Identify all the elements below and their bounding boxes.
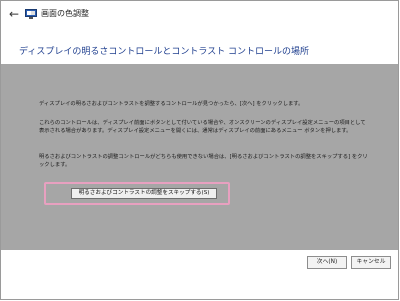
- back-arrow-icon[interactable]: ←: [7, 7, 21, 21]
- instruction-paragraph-2: これらのコントロールは、ディスプレイ前面にボタンとして付いている場合や、オンスク…: [39, 120, 366, 134]
- content-area: ディスプレイの明るさおよびコントラストを調整するコントロールが見つかったら、[次…: [1, 64, 398, 250]
- window-title: 画面の色調整: [41, 9, 89, 18]
- page-title: ディスプレイの明るさコントロールとコントラスト コントロールの場所: [19, 47, 310, 57]
- cancel-button[interactable]: キャンセル: [351, 256, 391, 269]
- next-button[interactable]: 次へ(N): [307, 256, 347, 269]
- footer-bar: 次へ(N) キャンセル: [1, 250, 398, 299]
- display-color-icon: [25, 9, 37, 19]
- instruction-paragraph-1: ディスプレイの明るさおよびコントラストを調整するコントロールが見つかったら、[次…: [39, 101, 304, 107]
- calibration-window: ← 画面の色調整 ディスプレイの明るさコントロールとコントラスト コントロールの…: [0, 0, 399, 300]
- skip-adjustment-button[interactable]: 明るさおよびコントラストの調整をスキップする(S): [71, 188, 217, 199]
- title-bar: ← 画面の色調整: [1, 1, 398, 28]
- instruction-paragraph-3: 明るさおよびコントラストの調整コントロールがどちらも使用できない場合は、[明るさ…: [39, 154, 368, 168]
- page-header: ディスプレイの明るさコントロールとコントラスト コントロールの場所: [1, 28, 398, 64]
